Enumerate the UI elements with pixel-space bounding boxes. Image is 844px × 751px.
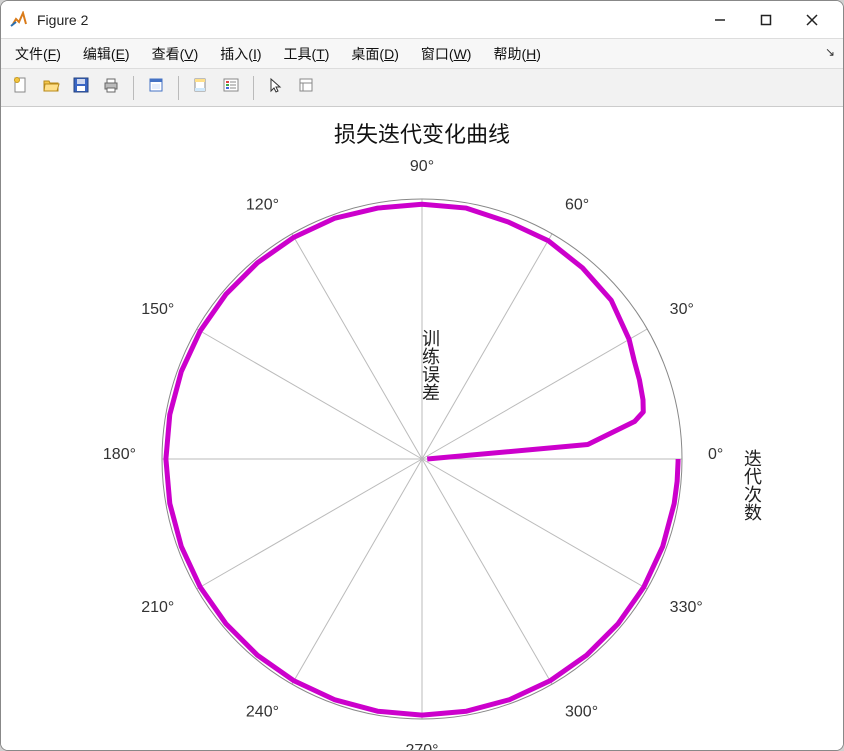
menu-tools[interactable]: 工具(T) [280, 42, 334, 66]
angle-tick-label: 120° [246, 196, 279, 213]
chart-title: 损失迭代变化曲线 [1, 107, 843, 149]
menu-window[interactable]: 窗口(W) [417, 42, 476, 66]
toolbar-separator [178, 76, 179, 100]
menu-file[interactable]: 文件(F) [11, 42, 65, 66]
menu-insert[interactable]: 插入(I) [216, 42, 265, 66]
radial-axis-label: 训练误差 [420, 329, 440, 401]
copy-figure-button[interactable] [142, 74, 170, 102]
close-button[interactable] [789, 4, 835, 36]
link-plot-button[interactable] [187, 74, 215, 102]
angle-tick-label: 210° [141, 599, 174, 616]
edit-plot-button[interactable] [262, 74, 290, 102]
figure-window: Figure 2 文件(F) 编辑(E) 查看(V) 插入(I) 工具(T) 桌… [0, 0, 844, 751]
toolbar [1, 69, 843, 107]
toolbar-separator [133, 76, 134, 100]
axes-area[interactable]: 损失迭代变化曲线 0° 30° 60° 90° 120° 150° 180° 210° 240°… [1, 107, 843, 750]
angle-tick-label: 0° [708, 446, 723, 463]
new-figure-button[interactable] [7, 74, 35, 102]
save-figure-button[interactable] [67, 74, 95, 102]
window-title: Figure 2 [37, 12, 88, 28]
angle-tick-label: 150° [141, 301, 174, 318]
theta-axis-label: 迭代次数 [742, 449, 762, 521]
angle-tick-label: 270° [405, 742, 438, 750]
new-file-icon [12, 76, 30, 99]
menu-desktop[interactable]: 桌面(D) [347, 42, 402, 66]
menu-edit[interactable]: 编辑(E) [79, 42, 134, 66]
property-inspector-button[interactable] [292, 74, 320, 102]
angle-tick-label: 300° [565, 704, 598, 721]
legend-icon [222, 76, 240, 99]
copy-figure-icon [147, 76, 165, 99]
angle-tick-label: 180° [103, 446, 136, 463]
minimize-button[interactable] [697, 4, 743, 36]
open-file-button[interactable] [37, 74, 65, 102]
angle-tick-label: 330° [670, 599, 703, 616]
printer-icon [102, 76, 120, 99]
floppy-disk-icon [72, 76, 90, 99]
insert-legend-button[interactable] [217, 74, 245, 102]
angle-tick-label: 90° [410, 158, 434, 175]
angle-tick-label: 240° [246, 704, 279, 721]
link-plot-icon [192, 76, 210, 99]
menu-help[interactable]: 帮助(H) [489, 42, 544, 66]
maximize-button[interactable] [743, 4, 789, 36]
property-inspector-icon [297, 76, 315, 99]
angle-tick-label: 30° [670, 301, 694, 318]
folder-open-icon [42, 76, 60, 99]
toolbar-separator [253, 76, 254, 100]
matlab-icon [9, 10, 29, 30]
polar-axes[interactable]: 0° 30° 60° 90° 120° 150° 180° 210° 240° 270° 300° 3… [12, 149, 832, 750]
menu-view[interactable]: 查看(V) [148, 42, 203, 66]
cursor-icon [267, 76, 285, 99]
print-figure-button[interactable] [97, 74, 125, 102]
titlebar: Figure 2 [1, 1, 843, 39]
angle-tick-label: 60° [565, 196, 589, 213]
toolbar-overflow-icon[interactable]: ↘ [825, 45, 835, 59]
menubar: 文件(F) 编辑(E) 查看(V) 插入(I) 工具(T) 桌面(D) 窗口(W… [1, 39, 843, 69]
